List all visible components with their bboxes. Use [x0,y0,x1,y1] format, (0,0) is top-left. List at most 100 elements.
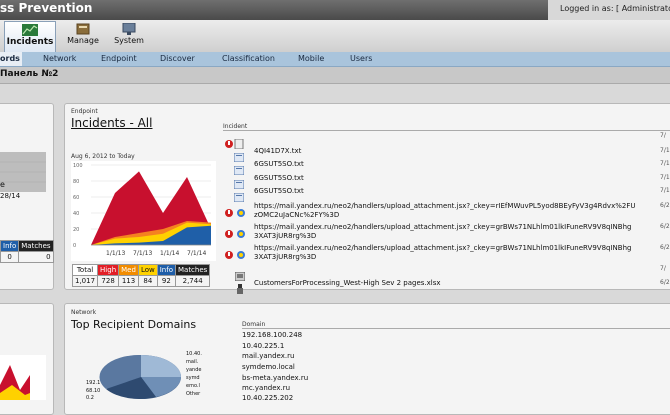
matches-header: Matches [174,264,211,276]
recipient-title[interactable]: Top Recipient Domains [71,318,196,331]
med-value[interactable]: 113 [118,275,139,287]
med-header: Med [118,264,139,276]
info-value[interactable]: 92 [156,275,176,287]
domain-row[interactable]: 10.40.225.1 [242,342,284,350]
incident-row[interactable]: 6GSUT5SO.txt [254,174,304,182]
pie-label: yande [186,367,202,373]
manage-label: Manage [67,36,99,45]
dashboard-subbar [0,67,670,84]
recipient-category: Network [71,309,97,316]
low-value[interactable]: 84 [137,275,158,287]
incidents-label: Incidents [6,37,54,47]
severity-icon [224,134,234,153]
severity-icon [224,203,234,222]
incident-row-date: 7/1 [660,147,670,154]
incidents-category: Endpoint [71,108,98,115]
total-header: Total [71,264,99,276]
system-icon [122,23,136,35]
incident-row-cont[interactable]: 3XAT3jUR8rg%3D [254,232,316,240]
nav-discover[interactable]: Discover [160,54,195,63]
incident-row-cont[interactable]: 3XAT3jUR8rg%3D [254,253,316,261]
chart-y-tick-label: 40 [73,211,79,217]
chart-x-tick-label: 7/1/13 [133,250,152,257]
incident-row[interactable]: CustomersForProcessing_West-High Sev 2 p… [254,279,441,287]
chart-y-tick-label: 20 [73,227,79,233]
incident-row-date: 7/1 [660,174,670,181]
incident-row[interactable]: 6GSUT5SO.txt [254,160,304,168]
nav-users[interactable]: Users [350,54,372,63]
total-value[interactable]: 1,017 [71,275,99,287]
incident-row-date: 7/ [660,132,666,139]
low-header: Low [137,264,158,276]
high-value[interactable]: 728 [97,275,120,287]
incident-row-date: 6/2 [660,244,670,251]
incidents-totals-table: Total High Med Low Info Matches 1,017 72… [71,264,211,287]
domain-row[interactable]: 10.40.225.202 [242,394,293,402]
incident-row[interactable]: https://mail.yandex.ru/neo2/handlers/upl… [254,202,635,210]
domain-list-header: Domain [242,321,266,328]
chart-x-tick-label: 1/1/14 [160,250,179,257]
chart-x-tick-label: 7/1/14 [187,250,206,257]
web-icon [236,224,246,243]
chart-y-tick-label: 80 [73,179,79,185]
incidents-area-chart: 1/1/13 7/1/13 1/1/14 7/1/14 0 20 40 60 80 100 [71,161,216,261]
left-mini-chart-2 [0,355,46,400]
incident-row-date: 6/2 [660,279,670,286]
chart-y-tick-label: 0 [73,243,76,249]
incident-row-date: 6/2 [660,223,670,230]
incident-row-date: 7/ [660,265,666,272]
pie-label: 192.1 [86,380,101,386]
incident-row[interactable]: https://mail.yandex.ru/neo2/handlers/upl… [254,244,631,252]
incidents-title[interactable]: Incidents - All [71,116,152,130]
matches-value[interactable]: 2,744 [174,275,211,287]
incident-row-date: 6/2 [660,202,670,209]
left-mini-chart [0,152,46,192]
pie-label: symd [186,375,200,381]
incident-list-header: Incident [223,123,248,130]
incident-row-cont[interactable]: zOMC2uJaCNc%2FY%3D [254,211,339,219]
domain-row[interactable]: bs-meta.yandex.ru [242,374,308,382]
left-chart-date: 28/14 [0,192,21,200]
pie-label: mail. [186,359,199,365]
left-matches-header: Matches [18,240,54,252]
nav-endpoint[interactable]: Endpoint [101,54,137,63]
app-title: ss Prevention [0,1,93,15]
domain-row[interactable]: mail.yandex.ru [242,352,294,360]
high-header: High [97,264,120,276]
nav-network[interactable]: Network [43,54,76,63]
chart-y-tick-label: 60 [73,195,79,201]
panel-title[interactable]: Панель №2 [0,69,58,79]
manage-button[interactable]: Manage [58,21,108,51]
pie-label: Other [186,391,201,397]
domain-row[interactable]: symdemo.local [242,363,295,371]
info-header: Info [156,264,176,276]
pie-label: emo.l [186,383,200,389]
system-label: System [114,36,144,45]
nav-classification[interactable]: Classification [222,54,275,63]
pie-label: 10.40. [186,351,202,357]
incident-row[interactable]: https://mail.yandex.ru/neo2/handlers/upl… [254,223,631,231]
incident-list-divider [223,130,670,131]
left-info-value: 0 [0,251,20,263]
incident-row-date: 7/1 [660,187,670,194]
chart-x-tick-label: 1/1/13 [106,250,125,257]
usb-icon [236,279,244,298]
left-matches-value: 0 [18,251,54,263]
domain-row[interactable]: 192.168.100.248 [242,331,302,339]
manage-icon [76,23,90,35]
severity-icon [224,245,234,264]
chart-y-tick-label: 100 [73,163,83,169]
domain-row[interactable]: mc.yandex.ru [242,384,290,392]
incident-row[interactable]: 4QI41D7X.txt [254,147,301,155]
incidents-button[interactable]: Incidents [4,21,56,52]
severity-icon [224,224,234,243]
pie-slice [141,355,181,377]
left-info-header: Info [0,240,20,252]
nav-mobile[interactable]: Mobile [298,54,324,63]
nav-dashboards[interactable]: ords [0,54,20,63]
web-icon [236,245,246,264]
pie-label: 68.10 [86,388,101,394]
domain-list-divider [242,328,670,329]
system-button[interactable]: System [104,21,154,51]
incident-row[interactable]: 6GSUT5SO.txt [254,187,304,195]
